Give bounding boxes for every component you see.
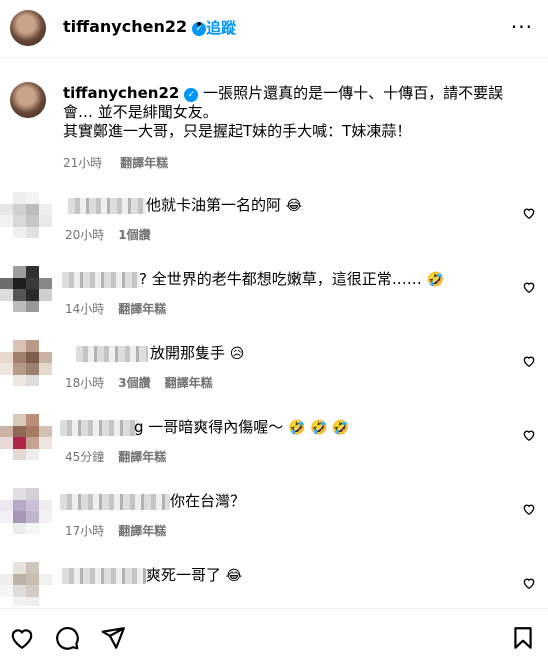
comment-meta: 45分鐘 翻譯年糕 [65,448,180,465]
comment-likes[interactable]: 1個讚 [118,228,150,242]
caption-text: tiffanychen22 ✓ 一張照片還真的是一傳十、十傳百，請不要誤 會… 並… [63,84,523,141]
comment-meta: 14小時 翻譯年糕 [65,300,180,317]
caption-line-2: 會… 並不是緋聞女友。 [63,103,218,121]
comment-likes[interactable]: 3個讚 [118,376,150,390]
separator-dot: • [195,17,204,33]
caption-meta: 21小時 翻譯年糕 [63,154,182,171]
blurred-username[interactable] [68,198,146,214]
comment-avatar-blurred[interactable] [0,340,52,386]
heart-icon[interactable] [522,576,536,590]
comment-time[interactable]: 18小時 [65,376,104,390]
action-bar [0,608,548,665]
share-icon[interactable] [100,625,126,651]
laughing-emoji-icon: 😂 [285,198,303,214]
follow-button[interactable]: 追蹤 [206,17,236,38]
author-username[interactable]: tiffanychen22 ✓ [63,17,207,36]
caption-avatar[interactable] [10,82,46,118]
comment-avatar-blurred[interactable] [0,192,52,238]
sad-emoji-icon: 😥 [229,346,245,362]
blurred-username[interactable] [62,568,146,584]
comment-meta: 18小時 3個讚 翻譯年糕 [65,374,227,391]
caption-line-3: 其實鄭進一大哥，只是握起T妹的手大喊：T妹凍蒜！ [63,122,412,140]
comment-avatar-blurred[interactable] [0,488,52,534]
caption-time[interactable]: 21小時 [63,156,102,170]
comment-translate-link[interactable]: 翻譯年糕 [118,450,166,464]
rofl-emoji-icon: 🤣 [426,272,444,288]
verified-badge-icon: ✓ [184,88,199,102]
comment-meta: 17小時 翻譯年糕 [65,522,180,539]
comment-text: g 一哥暗爽得內傷喔～ 🤣 🤣 🤣 [134,418,350,436]
comment-avatar-blurred[interactable] [0,414,52,460]
comment-translate-link[interactable]: 翻譯年糕 [118,524,166,538]
comment-icon[interactable] [54,625,80,651]
heart-icon[interactable] [522,354,536,368]
heart-icon[interactable] [522,428,536,442]
post-header: tiffanychen22 ✓ • 追蹤 ··· [0,0,548,58]
heart-icon[interactable] [522,502,536,516]
comment-translate-link[interactable]: 翻譯年糕 [118,302,166,316]
comment-time[interactable]: 20小時 [65,228,104,242]
caption-line-1: 一張照片還真的是一傳十、十傳百，請不要誤 [203,84,504,102]
blurred-username[interactable] [76,346,148,362]
comment-time[interactable]: 17小時 [65,524,104,538]
more-options-icon[interactable]: ··· [511,15,533,39]
blurred-username[interactable] [60,420,140,436]
comment-translate-link[interactable]: 翻譯年糕 [165,376,213,390]
comment-text: 你在台灣？ [170,492,246,510]
comment-item: 他就卡油第一名的阿 😂 20小時 1個讚 [0,192,548,262]
comment-time[interactable]: 14小時 [65,302,104,316]
comment-time[interactable]: 45分鐘 [65,450,104,464]
laughing-emoji-icon: 😂 [225,568,243,584]
comment-text: ? 全世界的老牛都想吃嫩草，這很正常…… 🤣 [139,270,444,288]
rofl-emoji-icon: 🤣 🤣 🤣 [288,420,350,436]
author-avatar[interactable] [10,10,46,46]
comment-text: 他就卡油第一名的阿 😂 [146,196,303,214]
comment-avatar-blurred[interactable] [0,562,52,606]
blurred-username[interactable] [60,494,170,510]
comment-item: 爽死一哥了 😂 [0,562,548,606]
bookmark-icon[interactable] [510,625,536,651]
comment-item: 放開那隻手 😥 18小時 3個讚 翻譯年糕 [0,340,548,410]
comment-item: 你在台灣？ 17小時 翻譯年糕 [0,488,548,558]
blurred-username[interactable] [62,272,140,288]
comment-item: g 一哥暗爽得內傷喔～ 🤣 🤣 🤣 45分鐘 翻譯年糕 [0,414,548,484]
comment-text: 爽死一哥了 😂 [146,566,243,584]
comment-item: ? 全世界的老牛都想吃嫩草，這很正常…… 🤣 14小時 翻譯年糕 [0,266,548,336]
comment-avatar-blurred[interactable] [0,266,52,312]
heart-icon[interactable] [522,206,536,220]
comment-text: 放開那隻手 😥 [150,344,245,362]
heart-icon[interactable] [522,280,536,294]
caption-translate-link[interactable]: 翻譯年糕 [120,156,168,170]
heart-icon[interactable] [9,625,35,651]
caption-username[interactable]: tiffanychen22 [63,84,179,102]
comment-meta: 20小時 1個讚 [65,226,165,243]
